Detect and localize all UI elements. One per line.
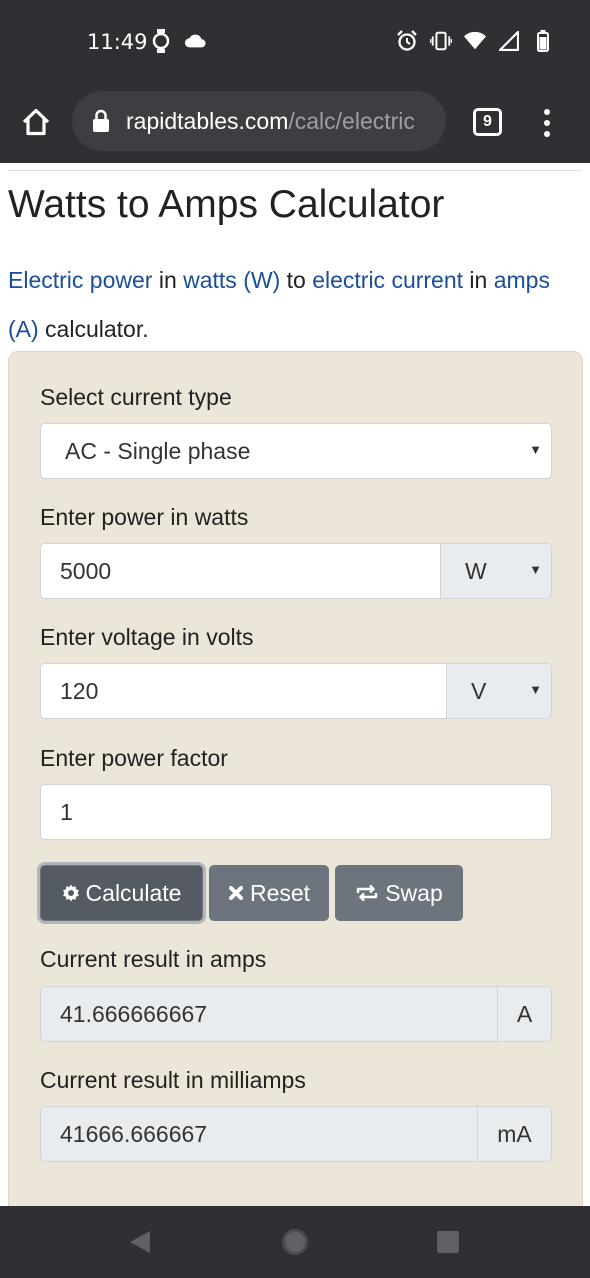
cloud-icon <box>184 29 206 53</box>
signal-icon <box>498 29 520 53</box>
voltage-input-group: 120 V ▼ <box>40 663 552 719</box>
current-type-value: AC - Single phase <box>65 437 251 464</box>
intro-text: Electric power in watts (W) to electric … <box>8 267 550 342</box>
amps-result-label: Current result in amps <box>40 946 267 972</box>
calculate-label: Calculate <box>85 879 182 906</box>
reset-label: Reset <box>249 879 311 906</box>
url-host: rapidtables.com <box>126 107 289 134</box>
power-input-group: 5000 W ▼ <box>40 543 552 599</box>
vibrate-icon <box>430 29 452 53</box>
url-path: /calc/electric <box>288 107 415 134</box>
link-electric-power[interactable]: Electric power <box>8 267 152 293</box>
status-time: 11:49 <box>87 30 148 54</box>
calculate-button[interactable]: Calculate <box>40 865 203 921</box>
current-type-label: Select current type <box>40 384 232 410</box>
swap-icon <box>357 884 378 902</box>
caret-down-icon: ▼ <box>529 562 542 577</box>
power-unit-value: W <box>465 557 487 584</box>
alarm-icon <box>396 29 418 53</box>
browser-toolbar: rapidtables.com/calc/electric 9 <box>0 84 590 163</box>
menu-dot <box>544 120 550 126</box>
swap-label: Swap <box>385 879 443 906</box>
home-icon <box>22 108 50 136</box>
voltage-label: Enter voltage in volts <box>40 624 254 650</box>
milliamps-result-label: Current result in milliamps <box>40 1067 306 1093</box>
address-bar[interactable]: rapidtables.com/calc/electric <box>72 91 446 151</box>
milliamps-result-group: 41666.666667 mA <box>40 1106 552 1162</box>
page-title: Watts to Amps Calculator <box>8 183 445 226</box>
lock-icon <box>92 109 112 133</box>
back-icon[interactable] <box>129 1230 151 1254</box>
recent-apps-icon[interactable] <box>437 1231 459 1253</box>
menu-dot <box>544 131 550 137</box>
url-text: rapidtables.com/calc/electric <box>126 108 415 135</box>
home-circle-icon[interactable] <box>282 1229 308 1255</box>
power-unit-select[interactable]: W ▼ <box>440 544 551 598</box>
amps-result-value[interactable]: 41.666666667 <box>41 987 497 1041</box>
link-electric-current[interactable]: electric current <box>312 267 463 293</box>
power-input[interactable]: 5000 <box>41 544 440 598</box>
calculator-panel: Select current type AC - Single phase ▼ … <box>8 351 583 1231</box>
voltage-unit-select[interactable]: V ▼ <box>446 664 551 718</box>
power-factor-label: Enter power factor <box>40 745 228 771</box>
header-divider <box>8 170 582 171</box>
caret-down-icon: ▼ <box>529 442 542 457</box>
status-bar: 11:49 <box>0 0 590 84</box>
home-button[interactable] <box>18 104 54 140</box>
power-label: Enter power in watts <box>40 504 249 530</box>
wifi-icon <box>464 29 486 53</box>
tab-switcher-button[interactable]: 9 <box>473 108 502 136</box>
milliamps-unit: mA <box>477 1107 551 1161</box>
link-watts[interactable]: watts (W) <box>183 267 280 293</box>
menu-dot <box>544 109 550 115</box>
amps-unit: A <box>497 987 551 1041</box>
milliamps-result-value[interactable]: 41666.666667 <box>41 1107 477 1161</box>
battery-icon <box>532 29 554 53</box>
amps-result-group: 41.666666667 A <box>40 986 552 1042</box>
power-factor-input[interactable]: 1 <box>40 784 552 840</box>
caret-down-icon: ▼ <box>529 682 542 697</box>
voltage-input[interactable]: 120 <box>41 664 446 718</box>
voltage-unit-value: V <box>471 677 487 704</box>
overflow-menu-button[interactable] <box>533 106 561 140</box>
reset-button[interactable]: Reset <box>209 865 329 921</box>
watch-icon <box>150 29 172 53</box>
system-navigation-bar <box>0 1206 590 1278</box>
current-type-select[interactable]: AC - Single phase ▼ <box>40 423 552 479</box>
gear-icon <box>62 884 79 902</box>
close-icon <box>228 886 243 900</box>
swap-button[interactable]: Swap <box>335 865 463 921</box>
